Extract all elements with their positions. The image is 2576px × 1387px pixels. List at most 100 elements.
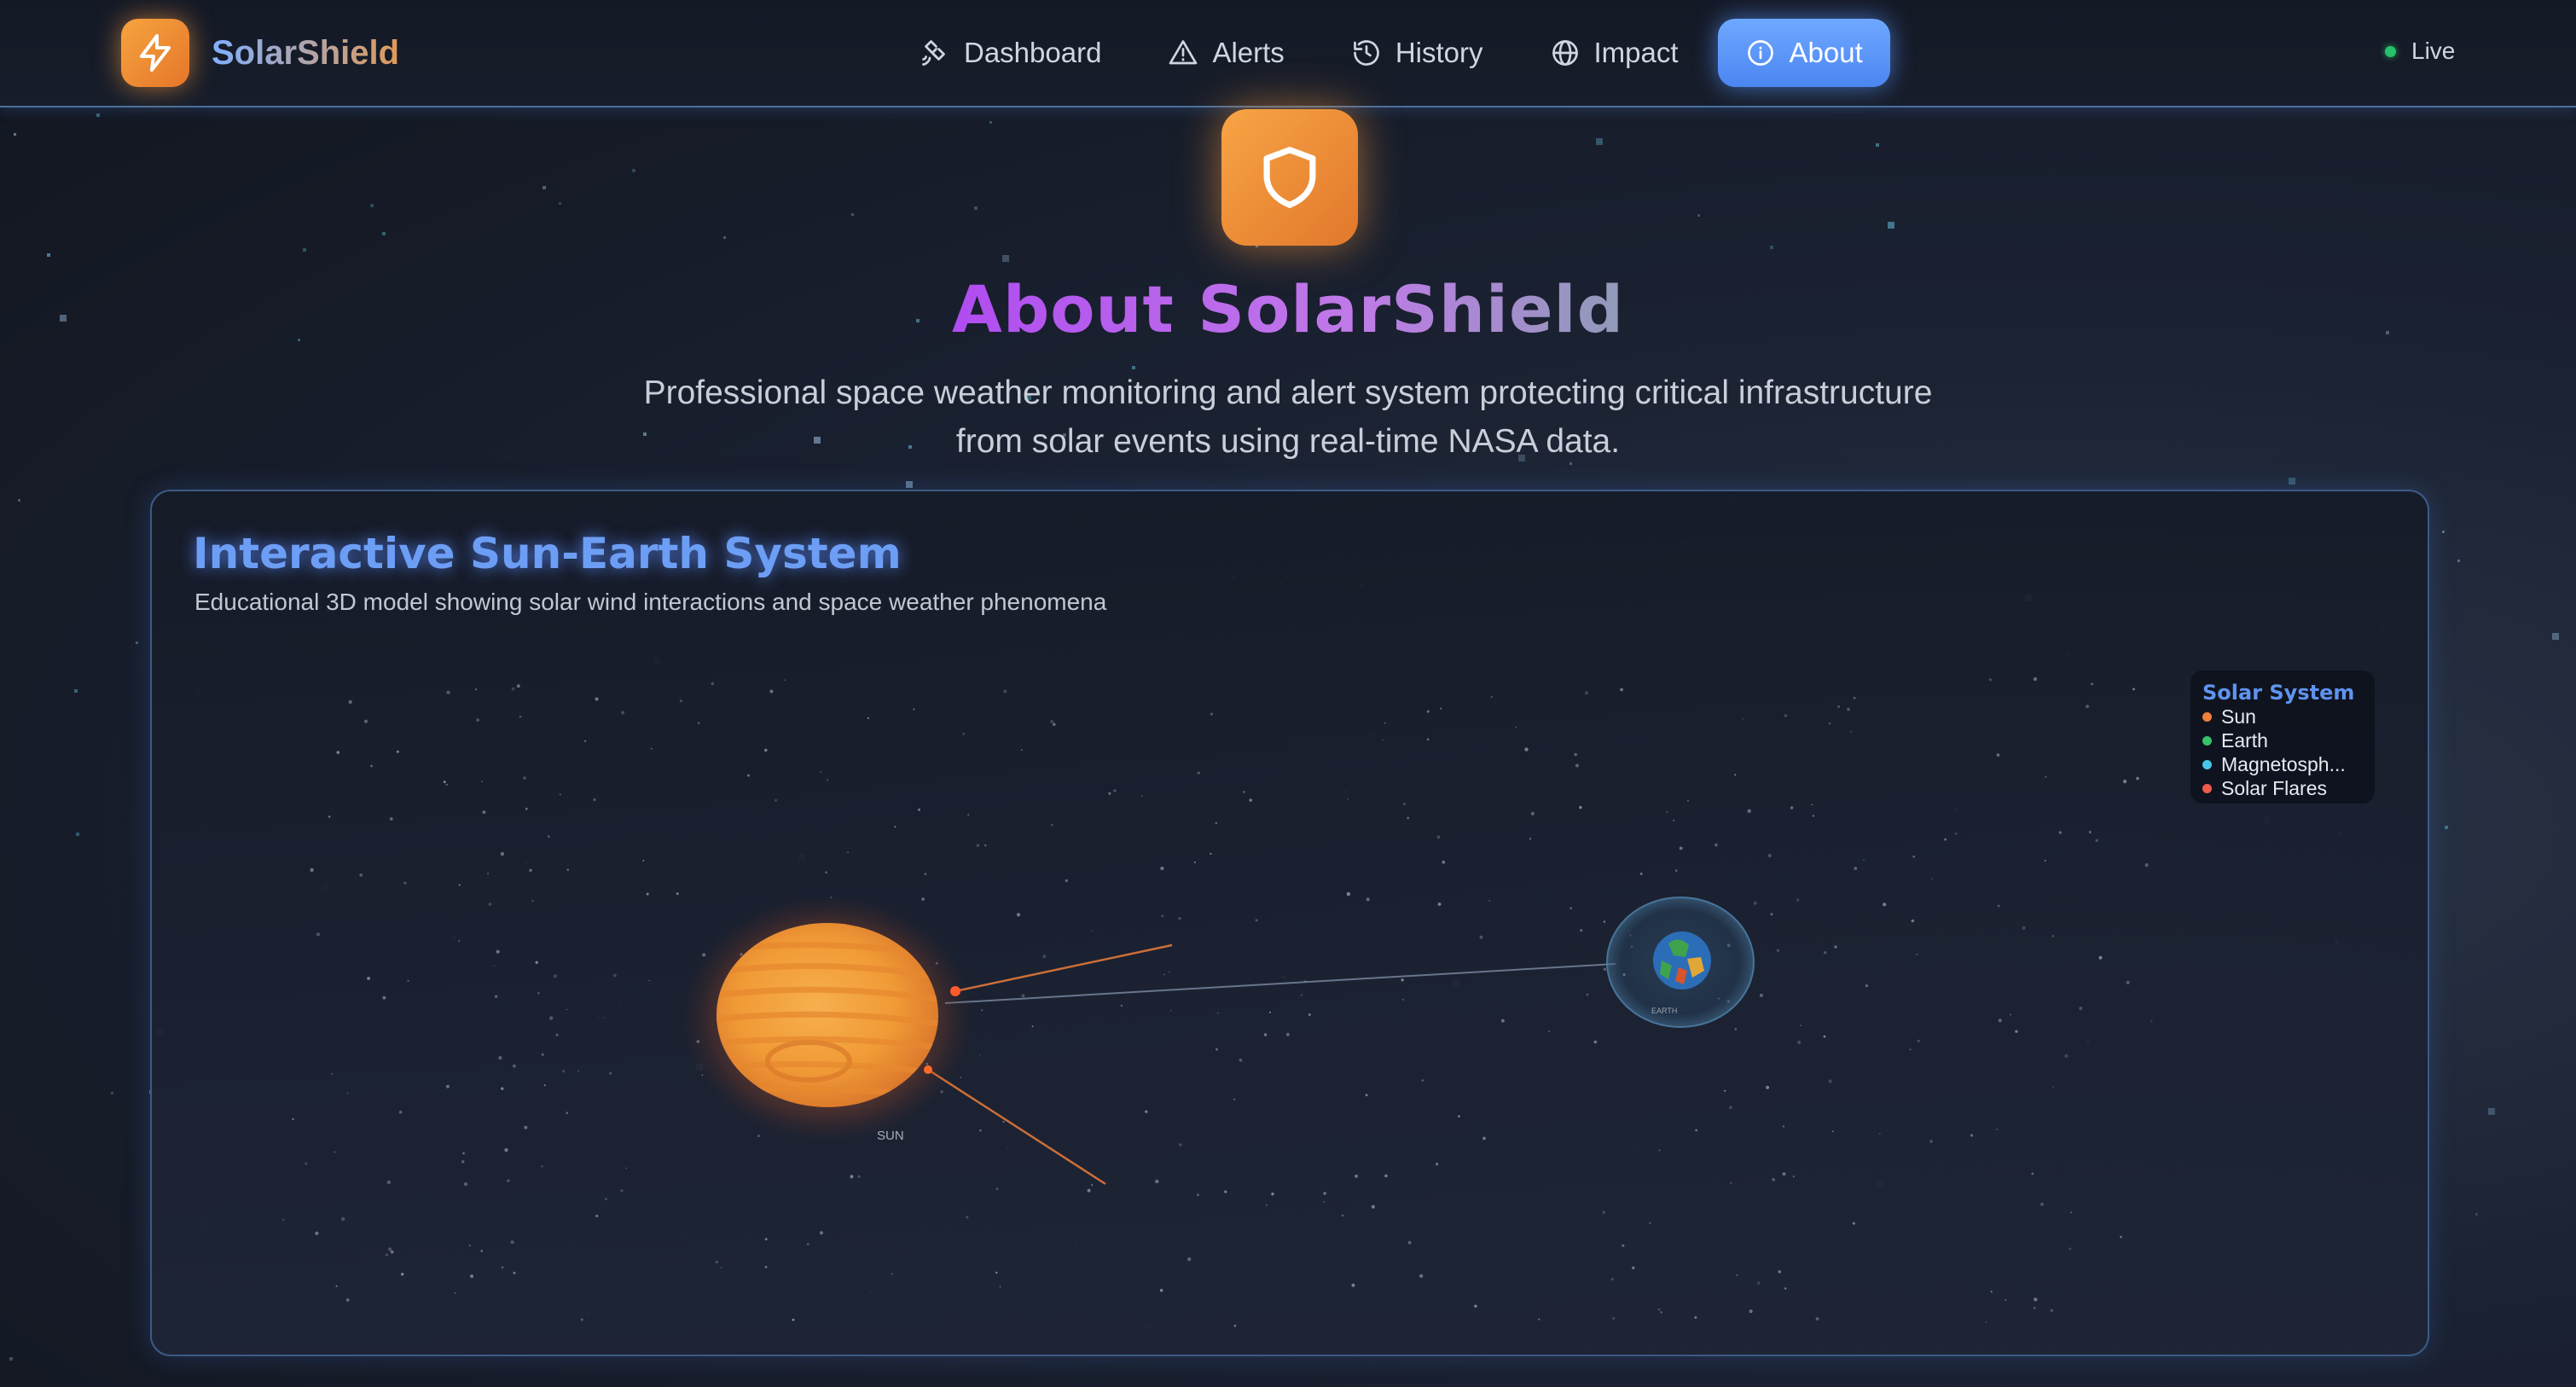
space-particle [979,1053,981,1056]
space-particle [1271,1193,1274,1196]
space-particle [2015,1030,2018,1033]
legend-dot [2202,759,2212,769]
space-particle [524,1125,528,1129]
space-particle [2091,682,2093,686]
space-particle [1569,907,1573,910]
solar-wind-stream [944,963,1616,1004]
space-particle [595,697,599,701]
space-particle [529,868,532,873]
space-particle [679,699,683,703]
nav-item-alerts[interactable]: Alerts [1140,19,1311,87]
space-particle [1268,1011,1272,1013]
space-particle [1767,853,1772,858]
space-particle [1108,792,1111,795]
nav-item-history[interactable]: History [1324,19,1511,87]
background-star [2552,633,2559,640]
background-star [989,121,992,124]
space-particle [1917,1039,1920,1042]
space-particle [1419,1274,1424,1278]
legend-item-sun: Sun [2202,705,2375,728]
space-particle [2040,1203,2044,1206]
space-particle [310,868,314,873]
space-particle [1161,914,1164,918]
space-particle [2123,780,2127,784]
space-particle [1916,954,1918,955]
space-particle [2010,1013,2011,1016]
space-particle [1113,789,1117,792]
earth-model[interactable] [1606,897,1755,1028]
space-particle [336,751,340,754]
space-particle [1091,1184,1094,1187]
space-particle [1778,1270,1782,1274]
space-particle [476,718,480,722]
space-particle [2126,980,2130,984]
space-particle [1797,1040,1801,1045]
space-particle [1997,904,2000,908]
space-particle [1883,902,1887,907]
space-particle [918,808,921,811]
space-particle [367,977,371,980]
space-particle [1263,1033,1268,1036]
lightning-bolt-icon [121,19,189,87]
space-particle [566,1008,568,1011]
background-star [2457,560,2460,562]
space-particle [1021,994,1025,998]
space-particle [857,1175,861,1178]
space-particle [1145,1110,1148,1113]
legend-dot [2202,711,2212,722]
space-particle [1160,866,1164,871]
space-particle [1575,763,1579,768]
space-particle [924,873,927,876]
nav-item-impact[interactable]: Impact [1523,19,1706,87]
space-particle [1998,1018,2002,1023]
sun-earth-3d-viewport[interactable]: SUN EARTH [152,491,2428,1355]
legend-item-earth: Earth [2202,728,2375,752]
nav-item-dashboard[interactable]: Dashboard [892,19,1128,87]
sun-model[interactable] [681,894,974,1143]
nav-item-about[interactable]: About [1717,19,1890,87]
space-particle [757,1135,760,1137]
space-particle [1666,811,1668,813]
space-particle [531,900,534,902]
space-particle [555,1033,559,1036]
space-particle [1675,869,1678,872]
space-particle [487,873,489,874]
space-particle [1178,1143,1182,1146]
space-particle [1673,819,1675,821]
space-particle [1622,1244,1625,1247]
space-particle [2136,776,2139,781]
space-particle [1734,774,1737,776]
space-particle [345,1298,350,1302]
space-particle [1474,1304,1477,1308]
space-particle [962,732,966,735]
space-particle [500,851,505,856]
space-particle [513,1271,516,1274]
space-particle [390,1250,394,1254]
space-particle [2005,1298,2007,1301]
space-particle [1996,753,2000,757]
space-particle [1233,1324,1237,1327]
space-particle [1770,913,1773,916]
space-particle [1612,1317,1616,1320]
space-particle [498,1056,502,1060]
space-particle [1090,930,1093,931]
space-particle [1784,714,1788,717]
space-particle [389,817,393,821]
scene-particles [282,677,2153,1327]
space-particle [541,1053,544,1056]
space-particle [698,722,700,724]
space-particle [446,690,450,694]
space-particle [2150,1020,2153,1023]
live-status: Live [2385,38,2455,65]
space-particle [1929,1140,1933,1143]
brand[interactable]: SolarShield [121,17,399,89]
globe-icon [1552,40,1578,66]
space-particle [1529,838,1532,840]
space-particle [2045,775,2047,778]
space-particle [1632,1266,1635,1269]
space-particle [1911,919,1914,923]
space-particle [1440,707,1442,710]
space-particle [1784,1287,1787,1290]
space-particle [2079,1007,2083,1011]
background-star [1596,138,1603,145]
